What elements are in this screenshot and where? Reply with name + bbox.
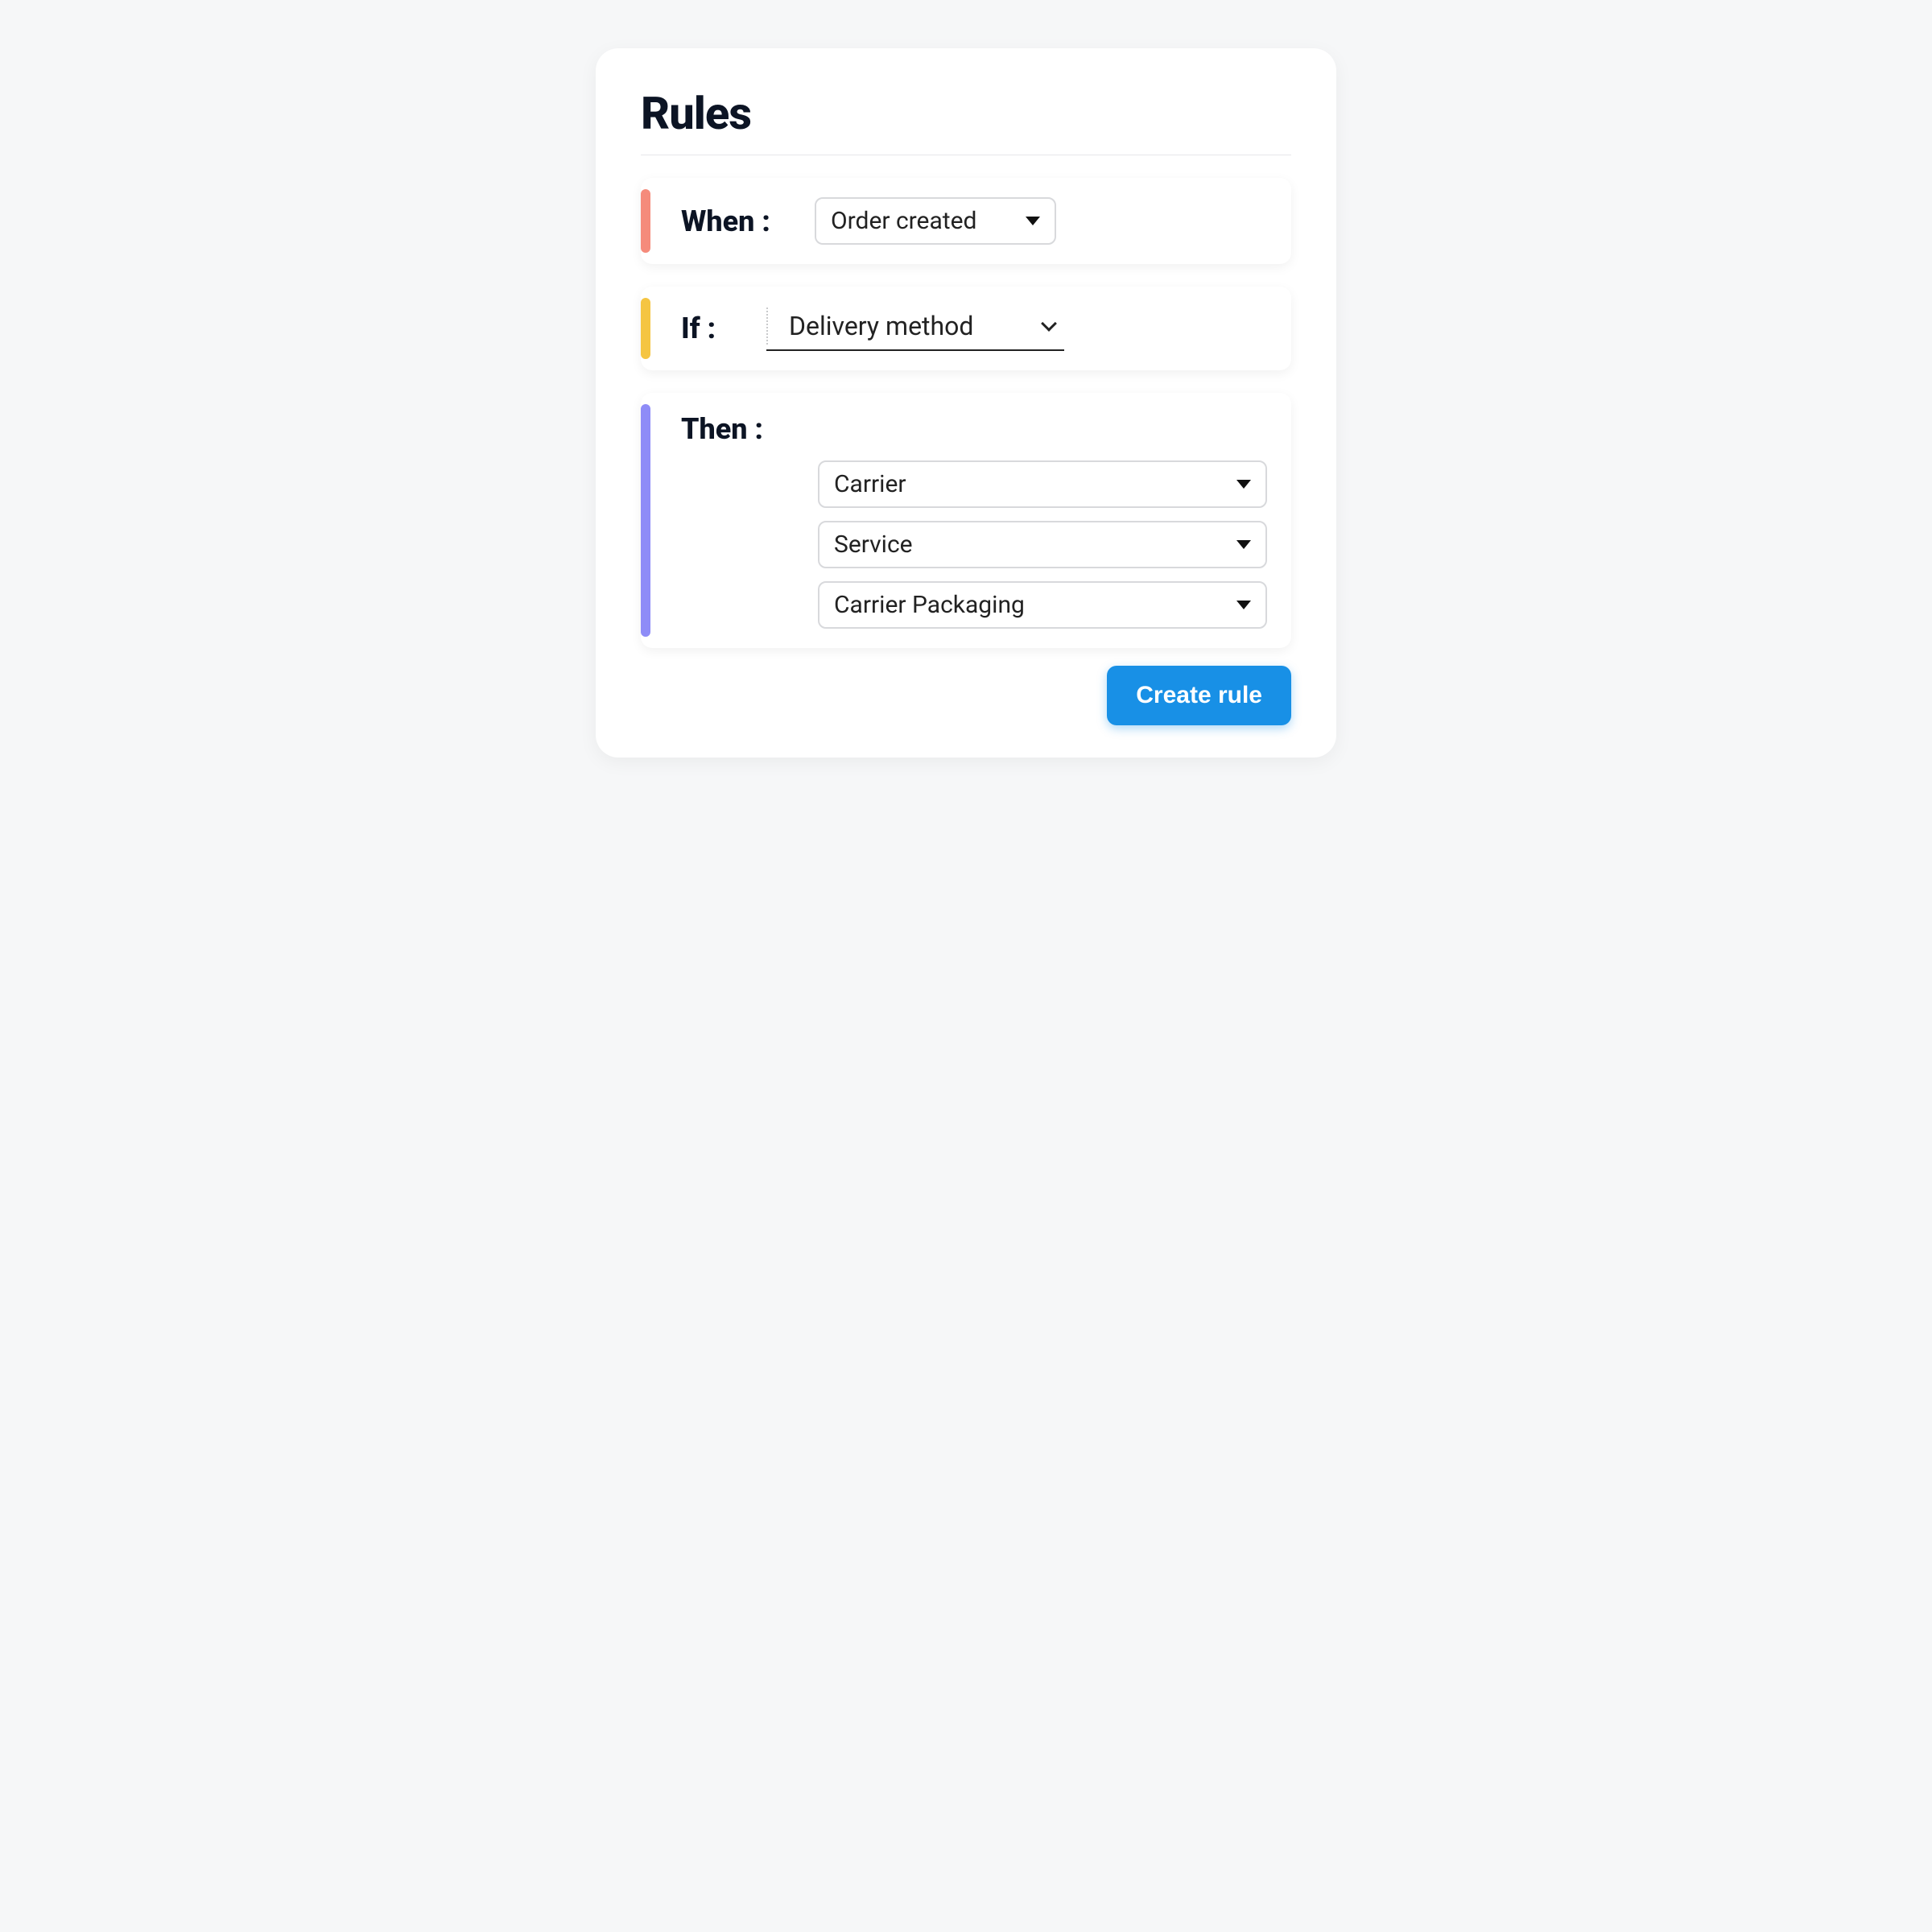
if-block: If : Delivery method — [641, 287, 1291, 370]
then-service-select[interactable]: Service — [818, 521, 1267, 568]
when-trigger-select[interactable]: Order created — [815, 197, 1056, 245]
then-carrier-value: Carrier — [834, 470, 906, 498]
when-trigger-value: Order created — [831, 207, 976, 235]
then-packaging-value: Carrier Packaging — [834, 591, 1025, 619]
then-packaging-select[interactable]: Carrier Packaging — [818, 581, 1267, 629]
if-condition-select[interactable]: Delivery method — [766, 306, 1064, 351]
caret-down-icon — [1236, 480, 1251, 489]
then-label: Then : — [681, 412, 794, 446]
page-title: Rules — [641, 87, 1291, 140]
if-condition-value: Delivery method — [789, 311, 973, 341]
when-label: When : — [681, 204, 794, 238]
rules-card: Rules When : Order created If : Delivery… — [596, 48, 1336, 758]
then-service-value: Service — [834, 530, 913, 559]
chevron-down-icon — [1041, 316, 1057, 332]
then-block: Then : Carrier Service Carrier Packaging — [641, 393, 1291, 648]
create-rule-button[interactable]: Create rule — [1107, 666, 1291, 725]
when-block: When : Order created — [641, 178, 1291, 264]
caret-down-icon — [1236, 540, 1251, 549]
then-carrier-select[interactable]: Carrier — [818, 460, 1267, 508]
if-label: If : — [681, 312, 745, 345]
caret-down-icon — [1026, 217, 1040, 225]
caret-down-icon — [1236, 601, 1251, 609]
footer-actions: Create rule — [641, 666, 1291, 725]
